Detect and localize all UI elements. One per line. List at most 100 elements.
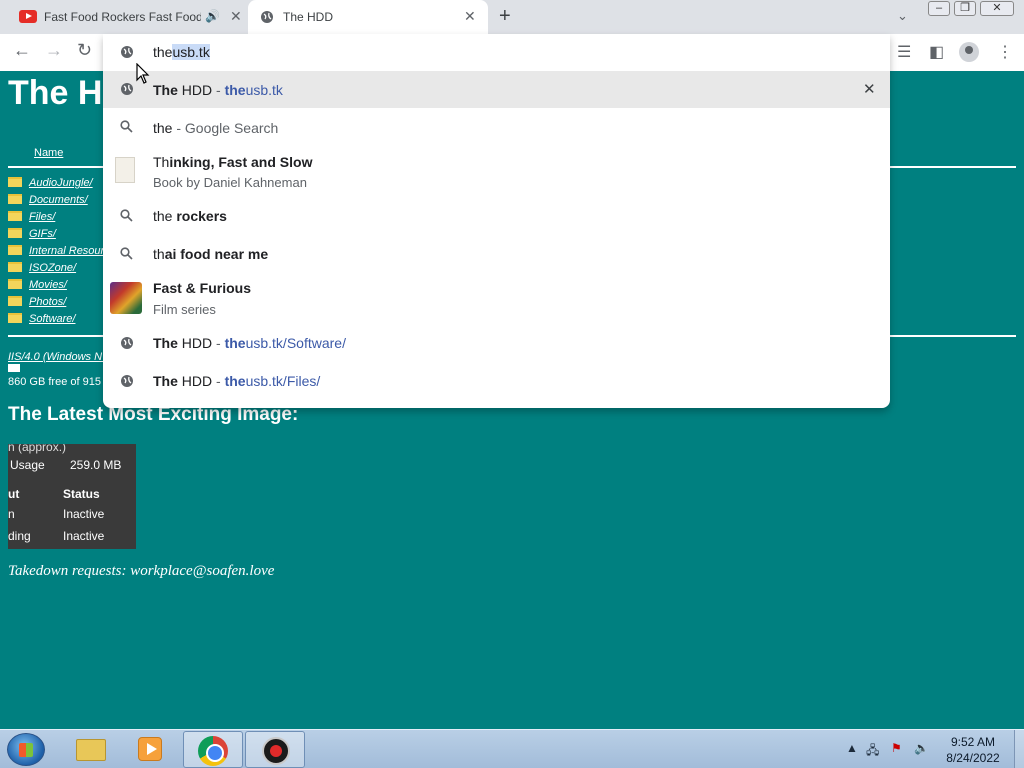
folder-icon [8, 245, 22, 255]
close-tab-icon[interactable]: ✕ [230, 8, 242, 25]
back-arrow-icon[interactable]: ← [13, 40, 31, 61]
search-icon [120, 120, 133, 133]
directory-item[interactable]: GIFs/ [8, 228, 56, 240]
suggestion-item[interactable]: Fast & Furious Film series [103, 275, 890, 322]
folder-icon [8, 211, 22, 221]
suggestion-item[interactable]: Thinking, Fast and Slow Book by Daniel K… [103, 145, 890, 191]
profile-avatar-icon[interactable] [959, 42, 979, 62]
volume-icon[interactable]: 🔈 [914, 741, 929, 755]
taskbar-media-player[interactable] [120, 731, 180, 768]
search-icon [120, 209, 133, 222]
folder-icon [8, 313, 22, 323]
tab-the-hdd[interactable]: The HDD ✕ [248, 0, 488, 34]
close-tab-icon[interactable]: ✕ [464, 8, 476, 25]
panel-line: n (approx.) [8, 444, 67, 454]
chrome-icon [198, 736, 228, 766]
close-window-button[interactable]: ✕ [980, 1, 1014, 16]
side-panel-icon[interactable]: ◧ [929, 42, 944, 62]
suggestion-item[interactable]: the - Google Search [103, 108, 890, 145]
clock-time: 9:52 AM [950, 735, 996, 749]
directory-item[interactable]: Files/ [8, 211, 55, 223]
directory-item[interactable]: Software/ [8, 313, 75, 325]
autocomplete-selection: usb.tk [172, 44, 210, 60]
status-value: Inactive [63, 529, 105, 543]
kebab-menu-icon[interactable]: ⋮ [997, 42, 1013, 62]
youtube-icon [19, 10, 37, 23]
suggestion-text: thai food near me [153, 246, 269, 262]
suggestion-text: The HDD - theusb.tk/Files/ [153, 373, 321, 389]
taskbar-chrome[interactable] [183, 731, 243, 768]
panel-column-header: ut [8, 487, 20, 501]
suggestion-item[interactable]: the rockers [103, 196, 890, 233]
tab-title: Fast Food Rockers Fast Food Song [44, 10, 201, 24]
suggestion-subtitle: Film series [153, 302, 216, 317]
status-column-header: Status [63, 487, 100, 501]
suggestion-item[interactable]: The HDD - theusb.tk/Software/ [103, 324, 890, 361]
action-center-flag-icon[interactable]: ⚑ [891, 741, 902, 755]
globe-icon [121, 46, 133, 58]
forward-arrow-icon[interactable]: → [45, 40, 63, 61]
server-signature-link[interactable]: IIS/4.0 (Windows NT) [8, 351, 112, 363]
film-thumbnail [110, 282, 142, 314]
suggestion-text: Fast & Furious [153, 280, 252, 296]
omnibox-dropdown: theusb.tk The HDD - theusb.tk ✕ the - Go… [103, 34, 890, 408]
restore-button[interactable]: ❐ [954, 1, 976, 16]
disk-usage-bar [8, 364, 20, 372]
takedown-notice: Takedown requests: workplace@soafen.love [8, 563, 275, 579]
panel-row-label: ding [8, 529, 31, 543]
system-clock[interactable]: 9:52 AM 8/24/2022 [940, 734, 1006, 766]
suggestion-text: the - Google Search [153, 120, 279, 136]
tab-youtube[interactable]: Fast Food Rockers Fast Food Song 🔊 ✕ [8, 0, 246, 34]
status-panel: n (approx.) Usage 259.0 MB ut Status n I… [8, 444, 136, 549]
suggestion-item[interactable]: thai food near me [103, 235, 890, 272]
show-hidden-icons-icon[interactable]: ▲ [846, 741, 858, 755]
directory-item[interactable]: Documents/ [8, 194, 88, 206]
screen-recorder-icon [262, 737, 290, 765]
taskbar-file-explorer[interactable] [60, 731, 120, 768]
media-player-icon [138, 737, 162, 761]
usage-label: Usage [10, 458, 45, 472]
globe-icon [261, 11, 273, 23]
folder-icon [8, 262, 22, 272]
start-button[interactable] [7, 733, 45, 766]
globe-icon [121, 375, 133, 387]
folder-icon [8, 177, 22, 187]
show-desktop-button[interactable] [1014, 730, 1024, 768]
tab-strip: Fast Food Rockers Fast Food Song 🔊 ✕ The… [0, 0, 1024, 34]
reading-list-icon[interactable]: ☰ [897, 42, 911, 62]
chevron-down-icon[interactable]: ⌄ [897, 8, 908, 24]
suggestion-subtitle: Book by Daniel Kahneman [153, 175, 307, 190]
new-tab-plus-icon[interactable]: + [499, 5, 511, 28]
network-icon[interactable]: 🖧 [866, 741, 879, 762]
status-value: Inactive [63, 507, 105, 521]
suggestion-text: The HDD - theusb.tk [153, 82, 283, 98]
globe-icon [121, 337, 133, 349]
directory-item[interactable]: Movies/ [8, 279, 67, 291]
directory-item[interactable]: ISOZone/ [8, 262, 76, 274]
name-column-header[interactable]: Name [34, 147, 63, 159]
minimize-button[interactable]: – [928, 1, 950, 16]
folder-icon [8, 296, 22, 306]
search-icon [120, 247, 133, 260]
mouse-cursor-icon [136, 63, 150, 84]
suggestion-text: the rockers [153, 208, 227, 224]
remove-suggestion-icon[interactable]: ✕ [863, 80, 876, 98]
taskbar: ▲ 🖧 ⚑ 🔈 9:52 AM 8/24/2022 [0, 729, 1024, 768]
folder-icon [8, 228, 22, 238]
typed-text: the [153, 44, 173, 60]
file-explorer-icon [76, 739, 106, 761]
reload-icon[interactable]: ↻ [77, 40, 92, 61]
address-bar-input[interactable]: theusb.tk [103, 34, 890, 71]
speaker-icon[interactable]: 🔊 [205, 9, 220, 23]
directory-item[interactable]: AudioJungle/ [8, 177, 93, 189]
directory-item[interactable]: Photos/ [8, 296, 66, 308]
tab-title: The HDD [283, 10, 334, 24]
suggestion-text: Thinking, Fast and Slow [153, 154, 313, 170]
folder-icon [8, 194, 22, 204]
usage-value: 259.0 MB [70, 458, 122, 472]
taskbar-recorder[interactable] [245, 731, 305, 768]
globe-icon [121, 83, 133, 95]
suggestion-item[interactable]: The HDD - theusb.tk ✕ [103, 71, 890, 108]
suggestion-item[interactable]: The HDD - theusb.tk/Files/ [103, 362, 890, 399]
clock-date: 8/24/2022 [946, 751, 1000, 765]
